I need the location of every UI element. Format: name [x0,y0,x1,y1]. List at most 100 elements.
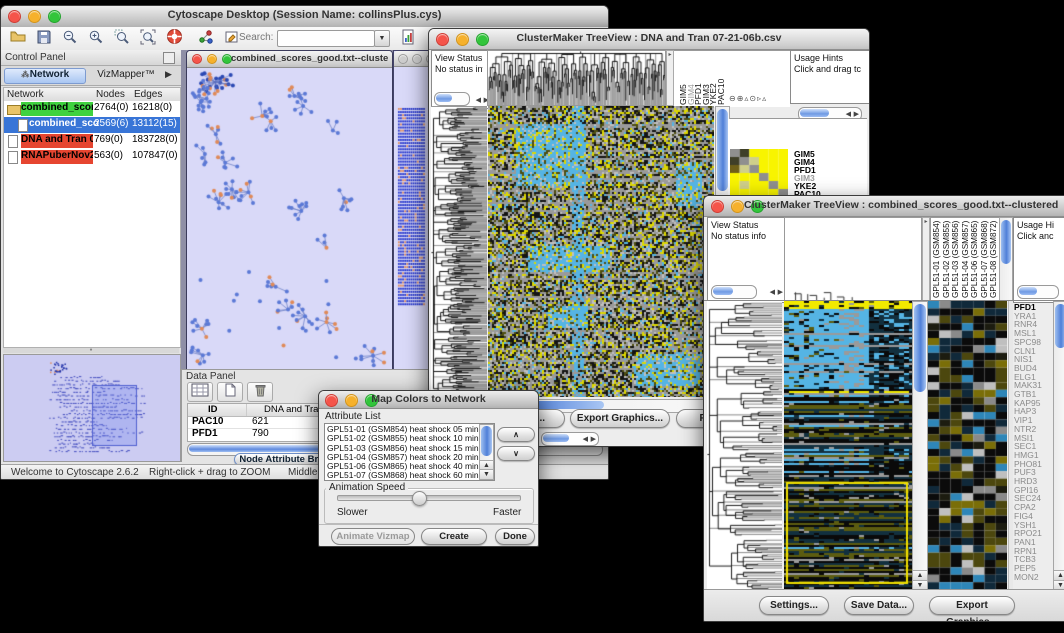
scroll-up-icon[interactable]: ▲ [1054,570,1064,580]
treeview1-bottom-scrollbar[interactable]: ◀ ▶ [541,432,599,446]
treeview1-zoom-toolbar[interactable]: ⊖⊕▵⊙▹▵ [729,94,789,105]
treeview2-column-dendrogram[interactable] [784,217,922,301]
network-table-row[interactable]: RNAPuberNov2+563(0)107847(0) [4,149,180,165]
plugin-manager-button[interactable] [193,28,219,50]
new-file-button[interactable] [217,382,243,402]
treeview2-vscrollbar[interactable]: ▲ ▼ [912,301,928,591]
gene-label[interactable]: MON2 [1014,573,1052,582]
scroll-thumb[interactable] [713,287,733,295]
export-graphics-button[interactable]: Export Graphics... [570,409,670,428]
network-table-row[interactable]: combined_sco2569(6)13112(15) [4,117,180,133]
treeview1-zoom-matrix[interactable] [730,149,788,197]
close-icon[interactable] [711,200,724,213]
scroll-down-icon[interactable]: ▼ [480,469,493,479]
treeview2-zoom-heatmap[interactable] [928,301,1007,589]
column-label[interactable]: GPL51-01 (GSM854) [932,218,942,298]
network-overview-canvas[interactable] [3,354,181,462]
view-status-scrollbar[interactable] [711,285,757,299]
search-input[interactable] [277,30,375,47]
scroll-right-icon[interactable]: ▶ [591,435,596,443]
minimize-icon[interactable] [731,200,744,213]
minimize-icon[interactable] [412,54,422,64]
export-graphics-button[interactable]: Export Graphics... [929,596,1015,615]
column-label[interactable]: GPL51-08 (GSM872) [989,218,999,298]
scroll-thumb[interactable] [1019,287,1037,295]
tabs-overflow-icon[interactable]: ▶ [165,69,172,80]
close-icon[interactable] [398,54,408,64]
column-label[interactable]: GPL51-02 (GSM855) [942,218,952,298]
scroll-left-icon[interactable]: ◀ [770,287,775,298]
network-table-row[interactable]: DNA and Tran 07769(0)183728(0) [4,133,180,149]
attribute-listbox[interactable]: GPL51-01 (GSM854) heat shock 05 minGPL51… [324,423,495,481]
dialog-titlebar[interactable]: Map Colors to Network [319,391,538,409]
settings-button[interactable]: Settings... [759,596,829,615]
scroll-thumb[interactable] [800,109,829,117]
treeview2-gene-scrollbar[interactable]: ▲ ▼ [1053,301,1064,591]
tab-network[interactable]: ⁂Network [4,68,86,84]
column-label[interactable]: GPL51-07 (GSM868) [980,218,990,298]
slider-thumb[interactable] [412,491,427,506]
open-folder-button[interactable] [5,28,31,50]
search-dropdown-icon[interactable]: ▼ [374,30,390,47]
scroll-left-icon[interactable]: ◀ [476,95,481,106]
minimize-icon[interactable] [207,54,217,64]
scroll-thumb[interactable] [436,94,452,102]
column-label[interactable]: GPL51-03 (GSM856) [951,218,961,298]
scroll-thumb[interactable] [717,109,728,191]
create-vizmap-button[interactable]: Create Vizmap [421,528,487,545]
col-header-nodes[interactable]: Nodes [96,88,125,100]
scroll-thumb[interactable] [543,434,569,442]
network1-titlebar[interactable]: combined_scores_good.txt--cluste... [187,51,392,68]
network2-canvas[interactable] [394,67,430,368]
col-id[interactable]: ID [208,404,218,415]
treeview2-collabel-scrollbar[interactable] [999,217,1013,301]
treeview1-titlebar[interactable]: ClusterMaker TreeView : DNA and Tran 07-… [429,29,869,50]
treeview2-heatmap[interactable] [784,301,912,589]
attribute-list-scrollbar[interactable]: ▲ ▼ [479,424,494,480]
tab-vizmapper[interactable]: VizMapper™ [89,69,163,82]
network2-titlebar[interactable] [394,51,432,67]
attribute-list-item[interactable]: GPL51-07 (GSM868) heat shock 60 min [327,471,492,480]
scroll-right-icon[interactable]: ▶ [854,110,859,118]
scroll-thumb[interactable] [481,426,492,456]
trash-button[interactable] [247,382,273,402]
column-label[interactable]: GPL51-04 (GSM857) [961,218,971,298]
scroll-thumb[interactable] [1055,304,1064,348]
network-tree-empty[interactable] [3,167,181,348]
scroll-left-icon[interactable]: ◀ [583,435,588,443]
view-status-scrollbar[interactable] [434,92,470,106]
column-label[interactable]: PAC10 [716,53,726,105]
dendro-splitter[interactable]: ▸ [922,217,930,301]
close-icon[interactable] [192,54,202,64]
zoom-selected-button[interactable] [109,28,135,50]
move-down-button[interactable]: ∨ [497,446,535,461]
treeview2-titlebar[interactable]: ClusterMaker TreeView : combined_scores_… [704,196,1064,217]
save-button[interactable] [31,28,57,50]
network1-canvas[interactable] [187,68,390,372]
treeview1-heatmap[interactable] [488,106,714,397]
zoom-in-button[interactable] [83,28,109,50]
scroll-thumb[interactable] [1001,220,1011,264]
usage-hints-scrollbar[interactable] [1017,285,1059,299]
zoom-out-button[interactable] [57,28,83,50]
column-label[interactable]: GPL51-06 (GSM865) [970,218,980,298]
animate-vizmap-button[interactable]: Animate Vizmap [331,528,415,545]
zoom-fit-button[interactable] [135,28,161,50]
move-up-button[interactable]: ∧ [497,427,535,442]
table-button[interactable] [187,382,213,402]
scroll-up-icon[interactable]: ▲ [913,570,927,580]
scroll-right-icon[interactable]: ▶ [778,287,783,298]
treeview1-row-dendrogram[interactable] [431,106,487,398]
main-titlebar[interactable]: Cytoscape Desktop (Session Name: collins… [1,6,608,28]
treeview2-gene-labels[interactable]: PFD1YRA1RNR4MSL1SPC98CLN1NIS1BUD4ELG1MAK… [1014,303,1052,583]
treeview1-column-dendrogram[interactable] [487,50,666,106]
save-data-button[interactable]: Save Data... [844,596,914,615]
scroll-left-icon[interactable]: ◀ [846,110,851,118]
speed-slider[interactable] [337,495,521,501]
col-header-edges[interactable]: Edges [134,88,162,100]
report-button[interactable] [395,28,421,50]
network-table-row[interactable]: combined_scores2764(0)16218(0) [4,101,180,117]
treeview2-row-dendrogram[interactable] [707,301,782,589]
float-panel-icon[interactable] [163,52,175,64]
scroll-thumb[interactable] [914,304,926,392]
